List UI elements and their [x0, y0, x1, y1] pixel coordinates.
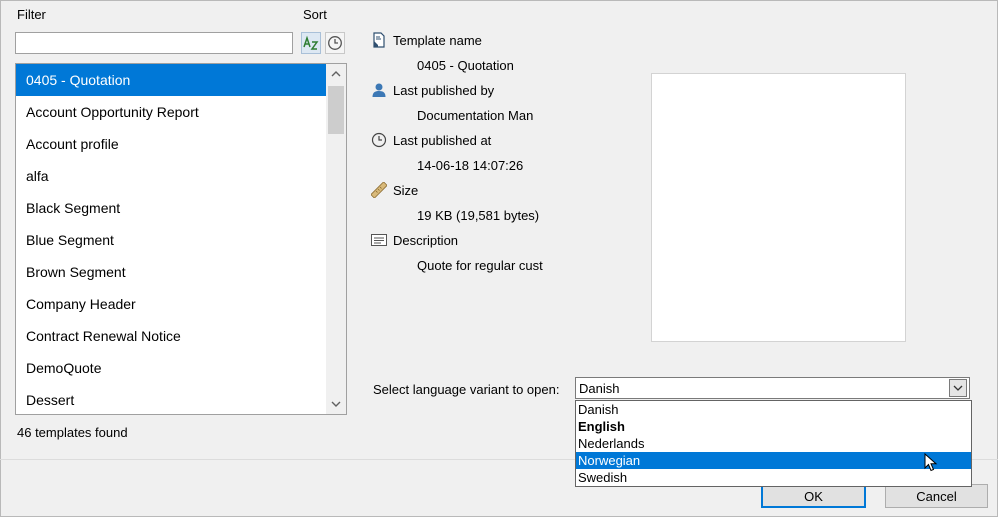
language-option[interactable]: Norwegian [576, 452, 971, 469]
clock-icon [370, 131, 388, 149]
size-label: Size [393, 183, 419, 198]
language-option[interactable]: Swedish [576, 469, 971, 486]
template-list-item[interactable]: Contract Renewal Notice [16, 320, 326, 352]
mouse-cursor-icon [924, 453, 938, 472]
template-count: 46 templates found [17, 425, 128, 440]
chevron-down-icon [331, 401, 341, 407]
template-list-item[interactable]: Company Header [16, 288, 326, 320]
clock-icon [328, 36, 342, 50]
template-list-item[interactable]: Black Segment [16, 192, 326, 224]
template-preview [651, 73, 906, 342]
published-at-label: Last published at [393, 133, 492, 148]
user-icon [370, 81, 388, 99]
template-name-label: Template name [393, 33, 482, 48]
template-list-item[interactable]: DemoQuote [16, 352, 326, 384]
scroll-thumb[interactable] [328, 86, 344, 134]
language-select-value: Danish [579, 381, 620, 396]
published-at-value: 14-06-18 14:07:26 [417, 158, 524, 173]
language-option[interactable]: English [576, 418, 971, 435]
scroll-down-button[interactable] [326, 394, 346, 414]
sort-az-button[interactable] [301, 32, 321, 54]
list-scrollbar[interactable] [326, 64, 346, 414]
description-icon [370, 231, 388, 249]
template-list-item[interactable]: Dessert [16, 384, 326, 414]
template-name-value: 0405 - Quotation [417, 58, 514, 73]
template-list-item[interactable]: Account Opportunity Report [16, 96, 326, 128]
template-list[interactable]: 0405 - Quotation Account Opportunity Rep… [15, 63, 347, 415]
chevron-down-icon [953, 385, 963, 391]
template-list-item[interactable]: Brown Segment [16, 256, 326, 288]
language-label: Select language variant to open: [373, 382, 560, 397]
published-by-label: Last published by [393, 83, 495, 98]
template-list-item[interactable]: alfa [16, 160, 326, 192]
filter-label: Filter [17, 7, 46, 22]
sort-label: Sort [303, 7, 327, 22]
description-label: Description [393, 233, 459, 248]
language-option[interactable]: Nederlands [576, 435, 971, 452]
template-list-item[interactable]: Account profile [16, 128, 326, 160]
chevron-up-icon [331, 71, 341, 77]
sort-az-icon [303, 35, 319, 50]
ok-button[interactable]: OK [761, 484, 866, 508]
published-by-value: Documentation Man [417, 108, 534, 123]
language-option[interactable]: Danish [576, 401, 971, 418]
language-dropdown-button[interactable] [949, 379, 967, 397]
description-value: Quote for regular cust [417, 258, 543, 273]
ruler-icon [370, 181, 388, 199]
filter-input[interactable] [15, 32, 293, 54]
language-dropdown-list[interactable]: Danish English Nederlands Norwegian Swed… [575, 400, 972, 487]
template-icon [370, 31, 388, 49]
template-list-item[interactable]: Blue Segment [16, 224, 326, 256]
language-select[interactable]: Danish [575, 377, 970, 399]
cancel-button[interactable]: Cancel [885, 484, 988, 508]
sort-time-button[interactable] [325, 32, 345, 54]
template-list-item[interactable]: 0405 - Quotation [16, 64, 326, 96]
scroll-up-button[interactable] [326, 64, 346, 84]
size-value: 19 KB (19,581 bytes) [417, 208, 540, 223]
